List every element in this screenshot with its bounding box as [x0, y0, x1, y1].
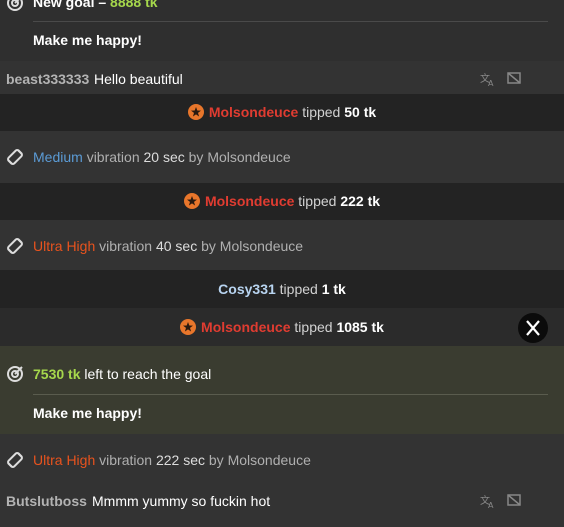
chat-username[interactable]: beast333333	[6, 71, 89, 87]
vibration-level: Ultra High	[33, 452, 96, 468]
vibration-message: Ultra High vibration 222 sec by Molsonde…	[0, 434, 564, 486]
goal-message-top: New goal – 8888 tk Make me happy!	[0, 0, 564, 61]
vibration-duration: 20 sec	[143, 149, 185, 165]
vibration-message: Ultra High vibration 40 sec by Molsondeu…	[0, 220, 564, 270]
vibration-icon	[7, 149, 23, 165]
target-icon	[7, 366, 23, 382]
goal-description: Make me happy!	[33, 32, 142, 48]
chat-message: beast333333 Hello beautiful 文 A	[0, 61, 564, 94]
target-icon	[7, 0, 23, 11]
tip-message: Molsondeuce tipped 50 tk	[0, 94, 564, 131]
close-x-icon	[526, 320, 540, 336]
vibration-user[interactable]: Molsondeuce	[228, 452, 311, 468]
goal-remaining-text: left to reach the goal	[84, 366, 212, 382]
vibration-by: by	[208, 452, 224, 468]
divider	[33, 21, 548, 22]
tipper-name[interactable]: Cosy331	[218, 281, 276, 297]
vibration-level: Ultra High	[33, 238, 96, 254]
chat-message: Butslutboss Mmmm yummy so fuckin hot 文 A	[0, 486, 564, 527]
tip-amount: 222 tk	[340, 193, 381, 209]
report-flag-icon[interactable]	[506, 493, 522, 509]
tip-amount: 1085 tk	[336, 319, 384, 335]
vibration-label: vibration	[86, 149, 140, 165]
translate-icon[interactable]: 文 A	[480, 71, 496, 87]
goal-remaining-amount: 7530 tk	[33, 366, 81, 382]
tipper-name[interactable]: Molsondeuce	[205, 193, 294, 209]
vibration-by: by	[201, 238, 216, 254]
vibration-level: Medium	[33, 149, 83, 165]
chat-text: Hello beautiful	[94, 71, 183, 87]
tip-amount: 1 tk	[321, 281, 346, 297]
vibration-user[interactable]: Molsondeuce	[220, 238, 303, 254]
close-button[interactable]	[518, 313, 548, 343]
report-flag-icon[interactable]	[506, 71, 522, 87]
vibration-label: vibration	[99, 452, 153, 468]
vibration-icon	[7, 452, 23, 468]
vibration-icon	[7, 238, 23, 254]
star-badge-icon	[187, 104, 204, 120]
vibration-duration: 40 sec	[155, 238, 198, 254]
tip-verb: tipped	[294, 319, 333, 335]
translate-icon[interactable]: 文 A	[480, 493, 496, 509]
tip-message: Molsondeuce tipped 222 tk	[0, 183, 564, 220]
svg-text:A: A	[488, 79, 494, 87]
star-badge-icon	[180, 319, 197, 335]
goal-message: 7530 tk left to reach the goal Make me h…	[0, 346, 564, 434]
star-badge-icon	[183, 193, 200, 209]
goal-title-prefix: New goal –	[33, 0, 107, 10]
goal-description: Make me happy!	[33, 405, 142, 421]
vibration-duration: 222 sec	[155, 452, 205, 468]
chat-username[interactable]: Butslutboss	[6, 493, 87, 509]
tip-verb: tipped	[298, 193, 337, 209]
tip-verb: tipped	[302, 104, 341, 120]
vibration-label: vibration	[99, 238, 153, 254]
vibration-message: Medium vibration 20 sec by Molsondeuce	[0, 131, 564, 183]
vibration-by: by	[188, 149, 204, 165]
goal-amount: 8888 tk	[110, 0, 158, 10]
tip-message: Cosy331 tipped 1 tk	[0, 270, 564, 308]
divider	[33, 394, 548, 395]
chat-text: Mmmm yummy so fuckin hot	[92, 493, 271, 509]
tipper-name[interactable]: Molsondeuce	[209, 104, 298, 120]
tipper-name[interactable]: Molsondeuce	[201, 319, 290, 335]
goal-title: New goal – 8888 tk	[33, 0, 158, 10]
tip-message: Molsondeuce tipped 1085 tk	[0, 308, 564, 346]
vibration-user[interactable]: Molsondeuce	[207, 149, 290, 165]
svg-text:A: A	[488, 501, 494, 509]
tip-amount: 50 tk	[344, 104, 377, 120]
tip-verb: tipped	[279, 281, 318, 297]
